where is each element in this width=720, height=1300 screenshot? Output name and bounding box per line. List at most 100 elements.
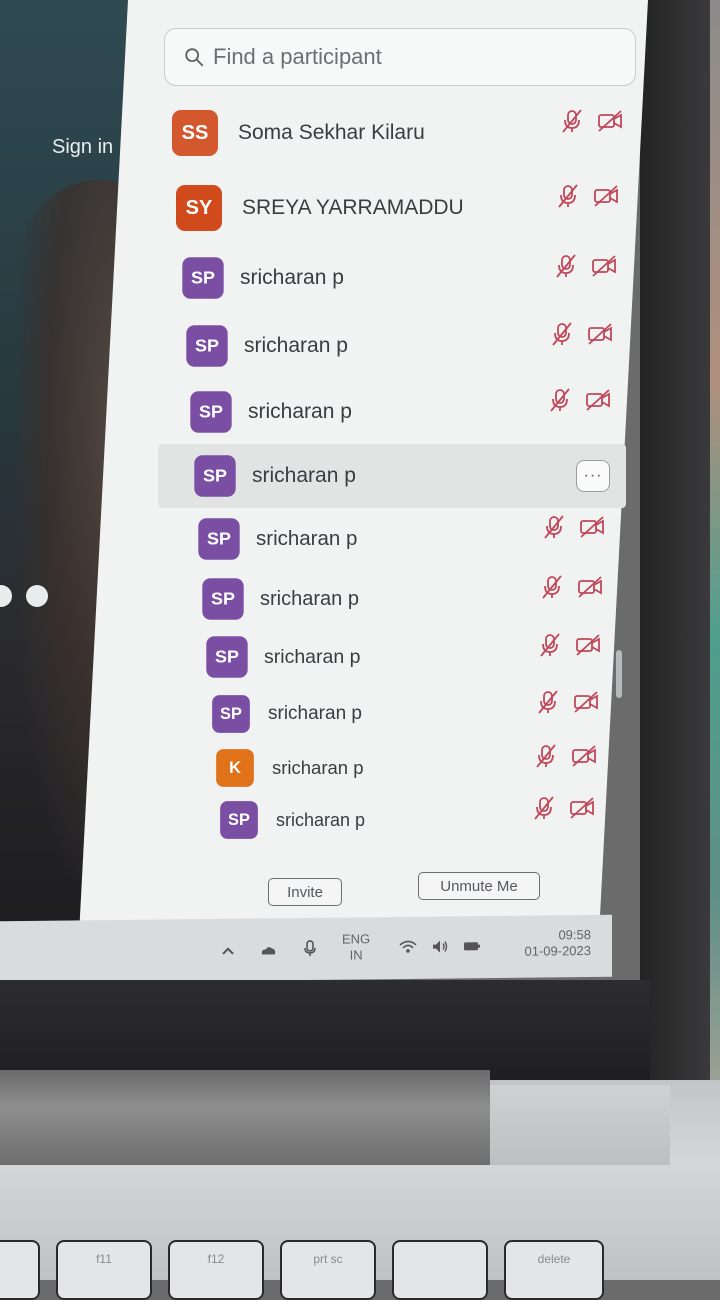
participant-name: sricharan p xyxy=(276,809,366,830)
keyboard-key: prt sc xyxy=(280,1240,376,1300)
language-region: IN xyxy=(349,947,363,963)
participant-name: sricharan p xyxy=(272,757,364,778)
participant-row[interactable]: SP sricharan p xyxy=(196,511,656,567)
participant-row[interactable]: SP sricharan p xyxy=(180,250,640,306)
participants-panel: Find a participant SS Soma Sekhar Kilaru S… xyxy=(79,0,649,930)
cloud-icon[interactable] xyxy=(258,940,278,963)
participant-avatar: SP xyxy=(182,257,224,299)
participant-row[interactable]: SY SREYA YARRAMADDU xyxy=(176,180,636,236)
mic-off-icon[interactable] xyxy=(552,252,580,280)
participant-name: sricharan p xyxy=(268,703,362,724)
camera-off-icon[interactable] xyxy=(592,182,620,210)
search-placeholder: Find a participant xyxy=(213,44,382,69)
participant-name: sricharan p xyxy=(240,266,344,289)
participant-avatar: K xyxy=(216,749,254,787)
mic-off-icon[interactable] xyxy=(548,320,576,348)
camera-off-icon[interactable] xyxy=(570,742,598,770)
unmute-me-button[interactable]: Unmute Me xyxy=(418,872,540,900)
clock[interactable]: 09:58 01-09-2023 xyxy=(505,927,592,960)
participant-status-icons xyxy=(530,794,596,822)
participant-name: SREYA YARRAMADDU xyxy=(242,196,464,219)
camera-off-icon[interactable] xyxy=(586,320,614,348)
participant-avatar: SP xyxy=(190,391,232,433)
camera-off-icon[interactable] xyxy=(590,252,618,280)
keyboard-key xyxy=(0,1240,40,1300)
participant-avatar: SP xyxy=(220,801,258,839)
participant-name: sricharan p xyxy=(256,527,358,550)
participant-status-icons xyxy=(548,320,614,348)
camera-off-icon[interactable] xyxy=(584,386,612,414)
windows-taskbar: ENG IN 09:58 01-09-2023 xyxy=(0,914,612,984)
camera-off-icon[interactable] xyxy=(572,688,600,716)
participant-row[interactable]: SP sricharan p xyxy=(216,792,676,848)
participant-avatar: SP xyxy=(206,636,248,678)
participant-status-icons xyxy=(540,513,606,541)
pagination-dot[interactable] xyxy=(26,585,48,607)
participant-row[interactable]: SP sricharan p xyxy=(184,318,644,374)
camera-off-icon[interactable] xyxy=(596,107,624,135)
participant-avatar: SP xyxy=(194,455,236,497)
mic-off-icon[interactable] xyxy=(558,107,586,135)
participant-avatar: SS xyxy=(172,110,218,156)
camera-off-icon[interactable] xyxy=(576,573,604,601)
clock-time: 09:58 xyxy=(558,927,591,943)
participant-status-icons xyxy=(532,742,598,770)
keyboard-key xyxy=(392,1240,488,1300)
participant-status-icons xyxy=(538,573,604,601)
participant-row[interactable]: SP sricharan p xyxy=(208,686,668,742)
participant-avatar: SP xyxy=(198,518,240,560)
participant-status-icons xyxy=(552,252,618,280)
battery-icon[interactable] xyxy=(462,936,482,959)
invite-button[interactable]: Invite xyxy=(268,878,342,906)
sign-in-link[interactable]: Sign in xyxy=(52,136,113,159)
participant-name: sricharan p xyxy=(264,645,361,668)
laptop-bezel-bottom xyxy=(0,980,650,1080)
participant-row[interactable]: SP sricharan p ··· xyxy=(158,444,626,508)
language-code: ENG xyxy=(342,931,371,947)
pagination-dot[interactable] xyxy=(0,585,12,607)
participant-avatar: SY xyxy=(176,185,222,231)
mic-off-icon[interactable] xyxy=(536,631,564,659)
clock-date: 01-09-2023 xyxy=(524,943,592,959)
mic-off-icon[interactable] xyxy=(540,513,568,541)
participant-row[interactable]: SP sricharan p xyxy=(188,384,648,440)
participant-name: sricharan p xyxy=(248,400,352,423)
participant-avatar: SP xyxy=(186,325,228,367)
laptop-hinge xyxy=(0,1070,490,1165)
participant-status-icons xyxy=(546,386,612,414)
mic-off-icon[interactable] xyxy=(546,386,574,414)
more-options-button[interactable]: ··· xyxy=(576,460,610,492)
participant-avatar: SP xyxy=(202,578,244,620)
mic-off-icon[interactable] xyxy=(538,573,566,601)
participant-name: sricharan p xyxy=(252,464,356,487)
mic-off-icon[interactable] xyxy=(530,794,558,822)
participant-name: sricharan p xyxy=(260,587,359,610)
mic-off-icon[interactable] xyxy=(532,742,560,770)
participant-row[interactable]: Ksricharan p xyxy=(212,740,672,796)
keyboard-key: f12 xyxy=(168,1240,264,1300)
search-icon xyxy=(185,48,204,67)
participant-row[interactable]: SP sricharan p xyxy=(200,571,660,627)
participant-status-icons xyxy=(536,631,602,659)
speaker-icon[interactable] xyxy=(430,936,450,959)
laptop-base-right xyxy=(480,1085,670,1165)
language-indicator[interactable]: ENG IN xyxy=(342,931,370,963)
participant-name: sricharan p xyxy=(244,334,348,357)
mic-off-icon[interactable] xyxy=(554,182,582,210)
keyboard-key: delete xyxy=(504,1240,604,1300)
mic-off-icon[interactable] xyxy=(534,688,562,716)
camera-off-icon[interactable] xyxy=(568,794,596,822)
participant-search[interactable]: Find a participant xyxy=(164,28,636,86)
participant-status-icons xyxy=(558,107,624,135)
participant-avatar: SP xyxy=(212,695,250,733)
camera-off-icon[interactable] xyxy=(578,513,606,541)
list-scrollbar[interactable] xyxy=(616,650,622,698)
wifi-icon[interactable] xyxy=(398,937,418,960)
camera-off-icon[interactable] xyxy=(574,631,602,659)
participant-row[interactable]: SP sricharan p xyxy=(204,629,664,685)
participant-status-icons xyxy=(534,688,600,716)
microphone-icon[interactable] xyxy=(300,938,320,961)
video-pagination-dots xyxy=(0,585,62,612)
participant-row[interactable]: SS Soma Sekhar Kilaru xyxy=(172,105,632,161)
chevron-up-icon[interactable] xyxy=(218,941,238,964)
